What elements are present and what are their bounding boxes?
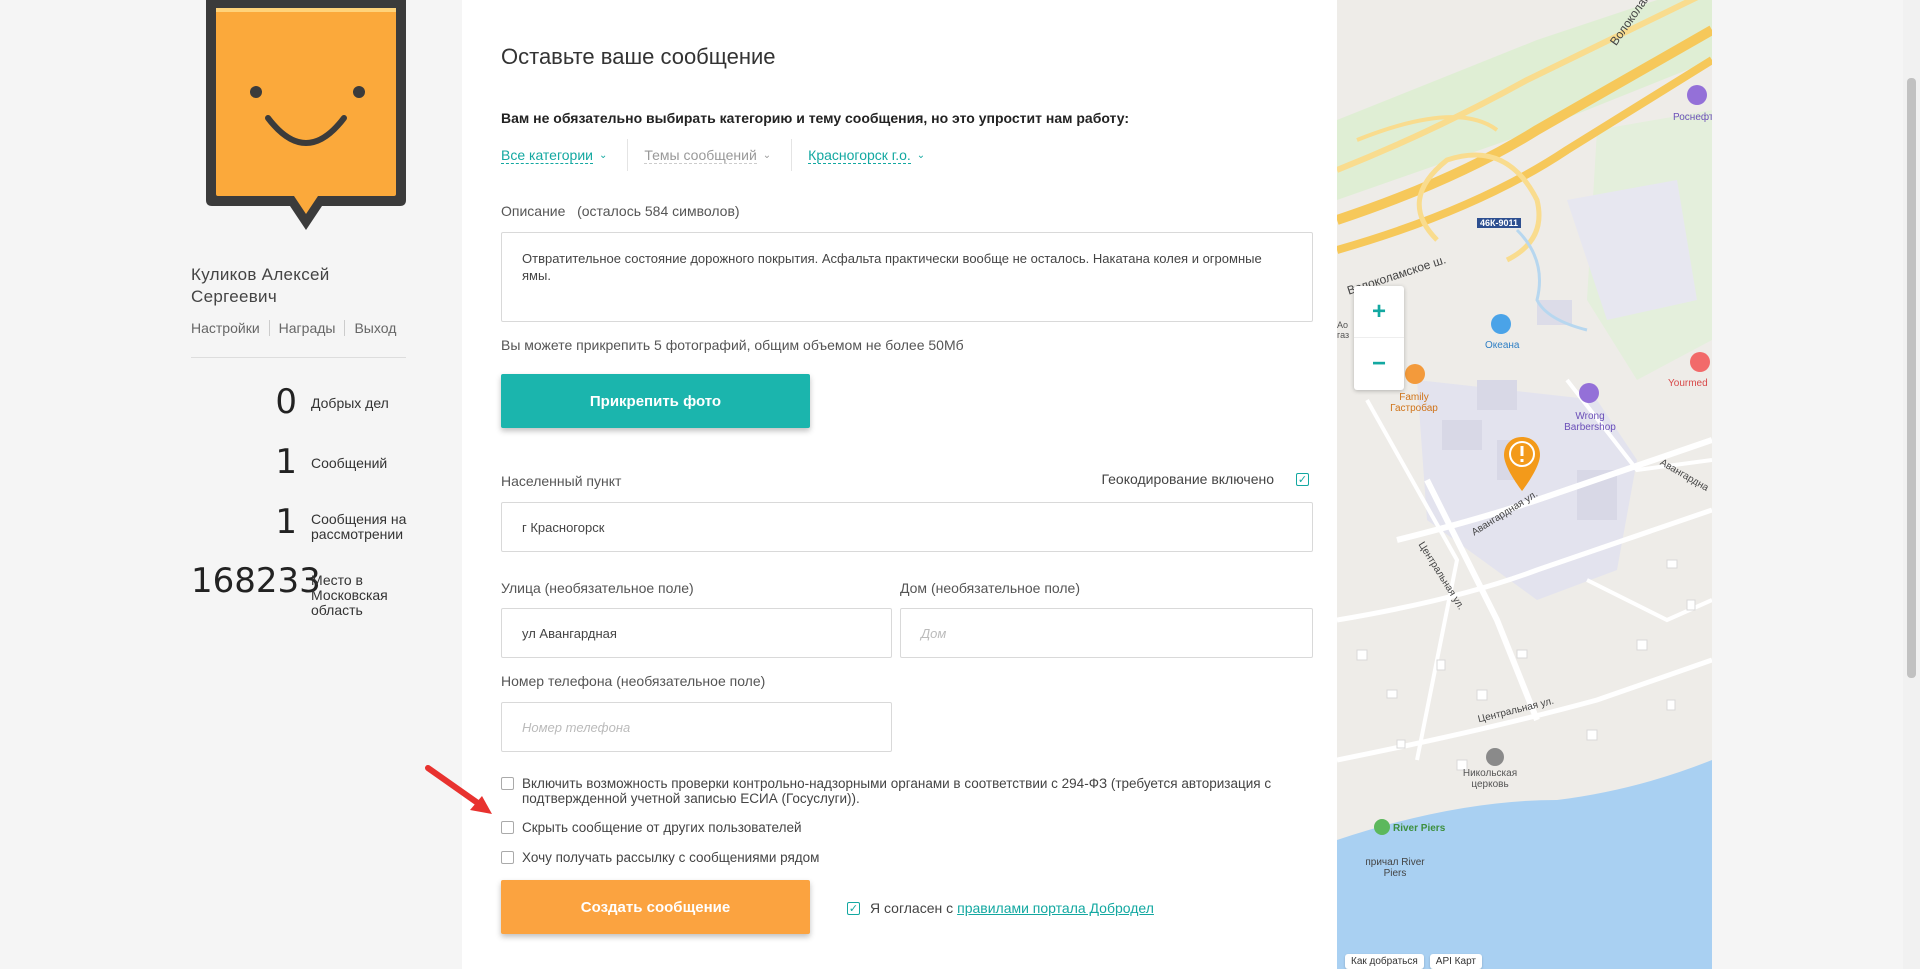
poi-label: Никольская церковь (1462, 768, 1518, 790)
awards-link[interactable]: Награды (279, 320, 346, 336)
description-label: Описание (осталось 584 символов) (501, 203, 740, 219)
zoom-out-button[interactable]: − (1354, 338, 1404, 390)
phone-input[interactable]: Номер телефона (501, 702, 892, 752)
map-place-label: Ао газ (1337, 320, 1350, 340)
category-hint: Вам не обязательно выбирать категорию и … (501, 110, 1130, 126)
sidebar-divider (191, 357, 406, 358)
filter-divider (627, 139, 629, 171)
stat-value: 0 (275, 382, 297, 422)
poi-label: Yourmed (1668, 378, 1708, 389)
topic-select-label: Темы сообщений (644, 146, 757, 164)
hide-message-checkbox[interactable] (501, 821, 514, 834)
house-input[interactable]: Дом (900, 608, 1313, 658)
chevron-down-icon: ⌄ (598, 149, 608, 161)
page-scrollbar[interactable] (1903, 0, 1920, 969)
create-message-button[interactable]: Создать сообщение (501, 880, 810, 934)
stat-under-review: 1 Сообщения на рассмотрении (191, 502, 421, 542)
cafe-icon (1405, 364, 1425, 384)
locality-input[interactable]: г Красногорск (501, 502, 1313, 552)
user-name: Куликов Алексей Сергеевич (191, 265, 330, 306)
poi-label: River Piers (1393, 823, 1446, 834)
terms-checkbox[interactable]: ✓ (847, 901, 860, 915)
stat-rank: 168233 Место в Московская область (191, 561, 401, 618)
scrollbar-thumb[interactable] (1907, 78, 1916, 678)
filter-divider (791, 139, 793, 171)
category-filters: Все категории ⌄ Темы сообщений ⌄ Красног… (501, 139, 939, 171)
option-newsletter: Хочу получать рассылку с сообщениями ряд… (501, 850, 1321, 865)
geocoding-checkbox[interactable]: ✓ (1296, 472, 1309, 486)
inspection-checkbox[interactable] (501, 777, 514, 790)
poi-label: Роснефть (1673, 112, 1712, 123)
description-label-text: Описание (501, 203, 566, 219)
park-icon (1374, 819, 1390, 835)
map-footer: Как добраться API Карт (1345, 954, 1482, 969)
stat-label: Сообщения на рассмотрении (311, 511, 407, 542)
stat-label: Место в Московская область (311, 572, 388, 618)
street-label: Улица (необязательное поле) (501, 580, 694, 596)
stat-value: 1 (275, 502, 297, 542)
route-link[interactable]: Как добраться (1345, 954, 1424, 969)
message-form: Оставьте ваше сообщение Вам не обязатель… (462, 0, 1337, 969)
option-inspection-label: Включить возможность проверки контрольно… (522, 776, 1272, 806)
stat-label: Добрых дел (311, 395, 389, 411)
attach-photo-button[interactable]: Прикрепить фото (501, 374, 810, 428)
location-marker-icon[interactable] (1502, 435, 1542, 493)
terms-link[interactable]: правилами портала Добродел (957, 900, 1154, 916)
zoom-in-button[interactable]: + (1354, 286, 1404, 338)
street-input[interactable]: ул Авангардная (501, 608, 892, 658)
maps-api-link[interactable]: API Карт (1429, 954, 1482, 969)
settings-link[interactable]: Настройки (191, 320, 270, 336)
stat-good-deeds: 0 Добрых дел (191, 382, 389, 422)
user-links: Настройки Награды Выход (191, 320, 414, 336)
geocoding-toggle: Геокодирование включено ✓ (1101, 471, 1309, 487)
logout-link[interactable]: Выход (354, 320, 405, 336)
chevron-down-icon: ⌄ (762, 149, 772, 161)
agree-text: Я согласен с (870, 900, 954, 916)
avatar (206, 0, 406, 230)
stat-label: Сообщений (311, 455, 388, 471)
option-hide-label: Скрыть сообщение от других пользователей (522, 820, 802, 835)
pool-icon (1491, 314, 1511, 334)
option-newsletter-label: Хочу получать рассылку с сообщениями ряд… (522, 850, 820, 865)
poi-label: Family Гастробар (1390, 392, 1438, 414)
stat-value: 168233 (191, 561, 321, 601)
medical-icon (1690, 352, 1710, 372)
district-select-label: Красногорск г.о. (808, 146, 911, 164)
church-icon (1486, 748, 1504, 766)
stat-value: 1 (275, 442, 297, 482)
barbershop-icon (1579, 383, 1599, 403)
page-title: Оставьте ваше сообщение (501, 44, 776, 69)
road-code-badge: 46К-9011 (1477, 218, 1522, 228)
geocoding-label: Геокодирование включено (1101, 471, 1274, 487)
gas-station-icon (1687, 85, 1707, 105)
right-gutter (1712, 0, 1920, 969)
phone-label: Номер телефона (необязательное поле) (501, 673, 766, 689)
poi-label: Wrong Barbershop (1564, 411, 1616, 433)
zoom-controls: + − (1354, 286, 1404, 390)
option-inspection: Включить возможность проверки контрольно… (501, 776, 1321, 806)
house-label: Дом (необязательное поле) (900, 580, 1081, 596)
description-textarea[interactable]: Отвратительное состояние дорожного покры… (501, 232, 1313, 322)
stat-messages: 1 Сообщений (191, 442, 387, 482)
photo-hint: Вы можете прикрепить 5 фотографий, общим… (501, 337, 964, 353)
topic-select[interactable]: Темы сообщений ⌄ (644, 140, 785, 170)
poi-label: Океана (1485, 340, 1520, 351)
arrow-annotation-icon (425, 765, 492, 814)
category-select[interactable]: Все категории ⌄ (501, 140, 621, 170)
chevron-down-icon: ⌄ (916, 149, 926, 161)
profile-sidebar: Куликов Алексей Сергеевич Настройки Нагр… (0, 0, 462, 969)
poi-label: причал River Piers (1365, 857, 1425, 879)
newsletter-checkbox[interactable] (501, 851, 514, 864)
locality-label: Населенный пункт (501, 473, 622, 489)
location-map[interactable]: Волоколамское ш. Волоколамское ш. 46К-90… (1337, 0, 1712, 969)
description-counter: (осталось 584 символов) (577, 203, 740, 219)
option-hide: Скрыть сообщение от других пользователей (501, 820, 1321, 835)
district-select[interactable]: Красногорск г.о. ⌄ (808, 140, 939, 170)
category-select-label: Все категории (501, 146, 593, 164)
terms-agreement: ✓ Я согласен с правилами портала Доброде… (847, 900, 1154, 916)
